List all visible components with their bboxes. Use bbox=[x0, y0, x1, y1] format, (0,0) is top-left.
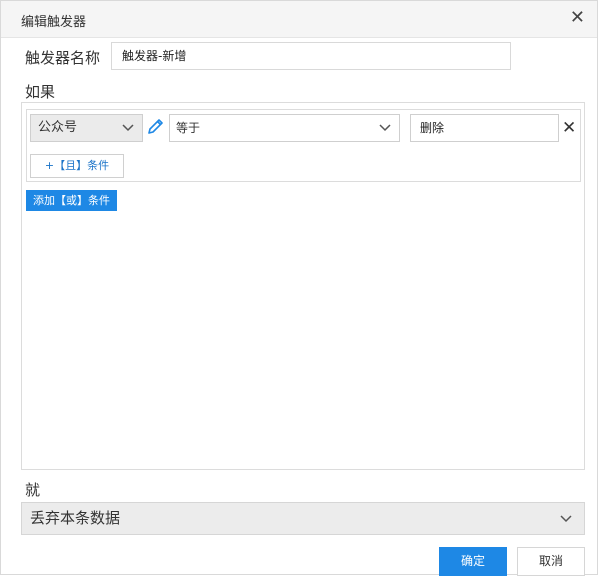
add-or-condition-button[interactable]: 添加【或】条件 bbox=[26, 190, 117, 211]
if-conditions-panel: 公众号 等于 删除 ✕ +【且】条件 bbox=[21, 102, 585, 470]
edit-trigger-dialog: 编辑触发器 ✕ 触发器名称 触发器-新增 如果 公众号 等于 删除 ✕ +【且】… bbox=[0, 0, 598, 576]
add-and-condition-button[interactable]: +【且】条件 bbox=[30, 154, 124, 178]
close-icon[interactable]: ✕ bbox=[570, 9, 585, 27]
cancel-button[interactable]: 取消 bbox=[517, 547, 585, 576]
then-action-select[interactable]: 丢弃本条数据 bbox=[21, 502, 585, 535]
then-action-value: 丢弃本条数据 bbox=[30, 509, 121, 527]
condition-operator-select[interactable]: 等于 bbox=[169, 114, 400, 142]
then-section-label: 就 bbox=[25, 481, 41, 499]
if-section-label: 如果 bbox=[25, 83, 56, 101]
dialog-title: 编辑触发器 bbox=[21, 15, 87, 30]
chevron-down-icon bbox=[560, 503, 572, 546]
condition-value-input[interactable]: 删除 bbox=[410, 114, 559, 142]
condition-field-value: 公众号 bbox=[38, 120, 78, 135]
trigger-name-label: 触发器名称 bbox=[25, 49, 101, 67]
remove-condition-close-icon[interactable]: ✕ bbox=[562, 114, 576, 142]
condition-group: 公众号 等于 删除 ✕ +【且】条件 bbox=[26, 109, 581, 182]
chevron-down-icon bbox=[379, 115, 391, 150]
chevron-down-icon bbox=[122, 115, 134, 150]
trigger-name-input[interactable]: 触发器-新增 bbox=[111, 42, 511, 70]
condition-operator-value: 等于 bbox=[176, 121, 201, 135]
condition-field-select[interactable]: 公众号 bbox=[30, 114, 143, 142]
pencil-icon[interactable] bbox=[146, 116, 164, 138]
ok-button[interactable]: 确定 bbox=[439, 547, 507, 576]
dialog-titlebar: 编辑触发器 ✕ bbox=[1, 1, 597, 38]
